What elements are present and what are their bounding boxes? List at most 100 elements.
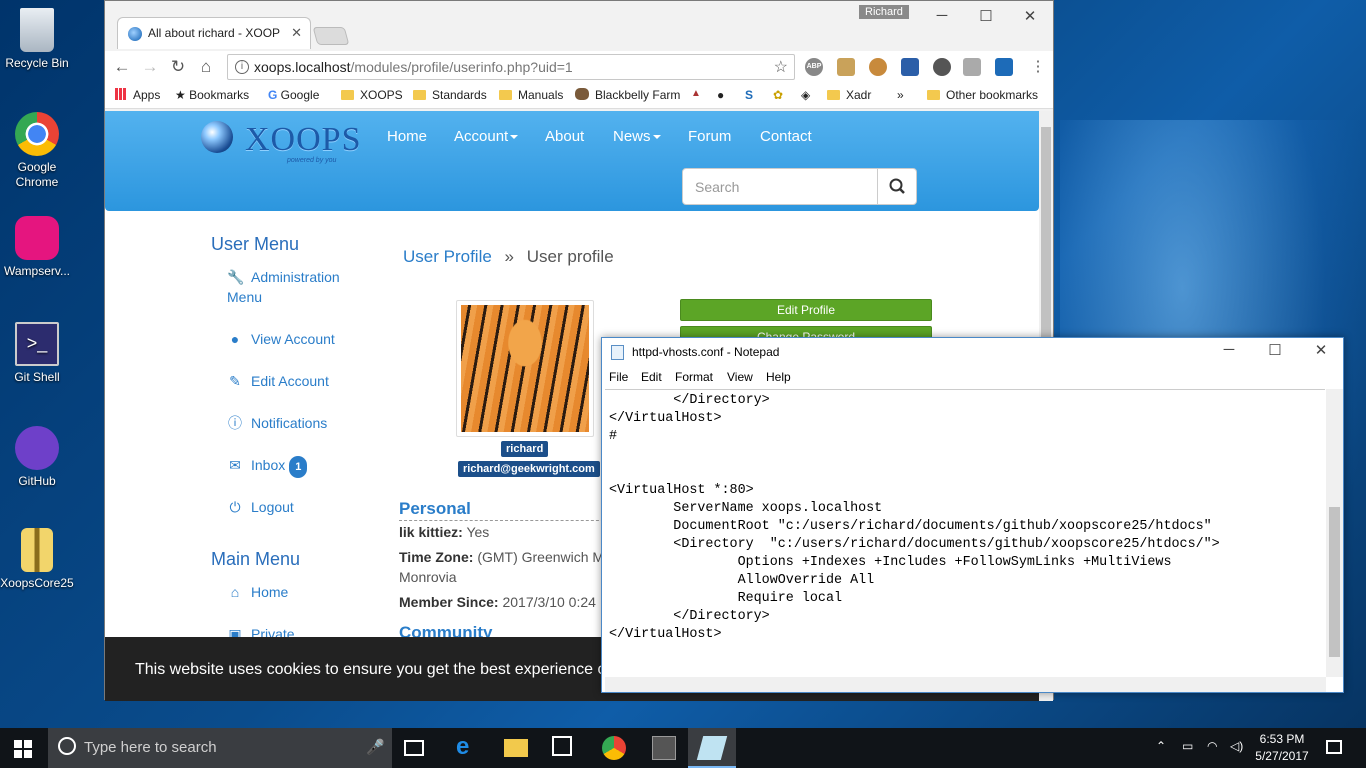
menu-dots-icon[interactable]: ⋮ bbox=[1027, 57, 1049, 75]
edit-profile-button[interactable]: Edit Profile bbox=[680, 299, 932, 321]
nav-news[interactable]: News bbox=[613, 128, 661, 145]
extension-icon[interactable] bbox=[995, 58, 1013, 76]
microphone-icon[interactable]: 🎤 bbox=[366, 738, 385, 756]
more-bookmarks-button[interactable]: » bbox=[897, 88, 904, 102]
search-input[interactable]: Search bbox=[682, 168, 878, 205]
home-icon[interactable]: ⌂ bbox=[195, 57, 217, 77]
bookmark-standards[interactable]: Standards bbox=[413, 88, 487, 102]
breadcrumb-link[interactable]: User Profile bbox=[403, 247, 492, 266]
nav-forum[interactable]: Forum bbox=[688, 128, 731, 145]
bookmark-manuals[interactable]: Manuals bbox=[499, 88, 563, 102]
menu-view[interactable]: View bbox=[727, 370, 753, 384]
nav-about[interactable]: About bbox=[545, 128, 584, 145]
windows-start-icon[interactable] bbox=[14, 740, 32, 758]
bookmark-blackbelly[interactable]: Blackbelly Farm bbox=[575, 88, 680, 102]
notepad-titlebar[interactable]: httpd-vhosts.conf - Notepad ─ ☐ ✕ bbox=[602, 338, 1343, 366]
desktop-icon-chrome[interactable]: Google Chrome bbox=[0, 112, 74, 190]
maximize-icon[interactable]: ☐ bbox=[971, 7, 1001, 25]
info-icon[interactable]: i bbox=[235, 60, 249, 74]
notepad-vertical-scrollbar[interactable] bbox=[1326, 389, 1343, 677]
minimize-icon[interactable]: ─ bbox=[1214, 341, 1244, 358]
notepad-text-area[interactable]: </Directory> </VirtualHost> # <VirtualHo… bbox=[605, 389, 1325, 677]
xoops-logo[interactable]: XOOPS powered by you bbox=[201, 119, 361, 165]
profile-name-badge[interactable]: Richard bbox=[859, 5, 909, 19]
bookmark-label: Blackbelly Farm bbox=[595, 88, 681, 102]
file-explorer-icon[interactable] bbox=[504, 739, 528, 757]
menu-item-notifications[interactable]: ⓘ Notifications bbox=[227, 413, 327, 433]
field-timezone: Time Zone: (GMT) Greenwich M Monrovia bbox=[399, 547, 604, 587]
menu-help[interactable]: Help bbox=[766, 370, 791, 384]
desktop-icon-git-shell[interactable]: >_ Git Shell bbox=[0, 322, 74, 385]
desktop-icon-label: Git Shell bbox=[14, 370, 60, 384]
maximize-icon[interactable]: ☐ bbox=[1260, 341, 1290, 359]
bookmark-google[interactable]: G Google bbox=[268, 88, 319, 102]
email-label: richard@geekwright.com bbox=[458, 461, 600, 477]
adblock-icon[interactable]: ABP bbox=[805, 58, 823, 76]
bookmark-label: Other bookmarks bbox=[946, 88, 1039, 102]
cookie-icon[interactable] bbox=[869, 58, 887, 76]
extension-icon[interactable] bbox=[837, 58, 855, 76]
menu-edit[interactable]: Edit bbox=[641, 370, 662, 384]
chrome-taskbar-icon[interactable] bbox=[602, 736, 626, 760]
scrollbar-thumb[interactable] bbox=[1329, 507, 1340, 657]
desktop-icon-xoopscore25[interactable]: XoopsCore25 bbox=[0, 528, 74, 591]
desktop-icon-github[interactable]: GitHub bbox=[0, 426, 74, 489]
php-icon[interactable]: ▲ bbox=[691, 88, 701, 99]
notepad-taskbar-button[interactable] bbox=[688, 728, 736, 768]
browser-toolbar-area: All about richard - XOOP ✕ Richard ─ ☐ ✕… bbox=[105, 1, 1053, 111]
close-icon[interactable]: ✕ bbox=[1015, 7, 1045, 25]
menu-item-inbox[interactable]: ✉ Inbox 1 bbox=[227, 455, 308, 478]
notifications-icon[interactable] bbox=[1326, 740, 1342, 754]
badge-bookmark-icon[interactable]: ✿ bbox=[773, 88, 783, 102]
reload-icon[interactable]: ↻ bbox=[167, 57, 189, 77]
wifi-icon[interactable]: ◠ bbox=[1207, 739, 1217, 753]
back-icon[interactable]: ← bbox=[111, 57, 133, 77]
minimize-icon[interactable]: ─ bbox=[927, 7, 957, 24]
s-bookmark-icon[interactable]: S bbox=[745, 88, 753, 102]
store-icon[interactable] bbox=[552, 736, 572, 756]
bookmark-bookmarks[interactable]: ★ Bookmarks bbox=[175, 88, 249, 102]
notepad-horizontal-scrollbar[interactable] bbox=[605, 677, 1326, 692]
menu-format[interactable]: Format bbox=[675, 370, 713, 384]
browser-tab[interactable]: All about richard - XOOP ✕ bbox=[117, 17, 311, 49]
bookmark-other[interactable]: Other bookmarks bbox=[927, 88, 1038, 102]
desktop-icon-label: Recycle Bin bbox=[5, 56, 69, 70]
close-tab-icon[interactable]: ✕ bbox=[291, 25, 302, 41]
extension-icon[interactable] bbox=[901, 58, 919, 76]
show-hidden-icons[interactable]: ⌃ bbox=[1156, 739, 1166, 753]
site-navbar: XOOPS powered by you Home Account About … bbox=[105, 111, 1039, 211]
puzzle-icon[interactable] bbox=[963, 58, 981, 76]
menu-item-logout[interactable]: ⏻ Logout bbox=[227, 497, 293, 517]
menu-file[interactable]: File bbox=[609, 370, 628, 384]
nav-account[interactable]: Account bbox=[454, 128, 519, 145]
bookmark-xadr[interactable]: Xadr bbox=[827, 88, 871, 102]
address-bar[interactable]: i xoops.localhost/modules/profile/userin… bbox=[227, 54, 795, 80]
battery-icon[interactable]: ▭ bbox=[1182, 739, 1193, 753]
bookmark-star-icon[interactable]: ☆ bbox=[774, 57, 788, 77]
nav-home[interactable]: Home bbox=[387, 128, 427, 145]
breadcrumb-separator: » bbox=[504, 247, 515, 266]
github-bookmark-icon[interactable]: ● bbox=[717, 88, 724, 102]
menu-item-edit-account[interactable]: ✎ Edit Account bbox=[227, 371, 329, 391]
desktop-icon-wampserver[interactable]: Wampserv... bbox=[0, 216, 74, 279]
taskbar-search-input[interactable]: Type here to search 🎤 bbox=[48, 728, 392, 768]
task-view-icon[interactable] bbox=[404, 740, 424, 756]
bookmark-xoops[interactable]: XOOPS bbox=[341, 88, 403, 102]
new-tab-button[interactable] bbox=[312, 27, 350, 45]
avatar bbox=[456, 300, 594, 437]
menu-item-view-account[interactable]: ● View Account bbox=[227, 329, 335, 349]
edge-icon[interactable]: e bbox=[456, 735, 480, 760]
menu-item-administration[interactable]: 🔧 Administration Menu bbox=[227, 267, 340, 307]
volume-icon[interactable]: ◁) bbox=[1230, 739, 1243, 753]
system-clock[interactable]: 6:53 PM 5/27/2017 bbox=[1250, 731, 1314, 765]
search-button[interactable] bbox=[877, 168, 917, 205]
bookmark-apps[interactable]: Apps bbox=[115, 88, 160, 102]
sublime-icon[interactable] bbox=[652, 736, 676, 760]
gear-icon[interactable] bbox=[933, 58, 951, 76]
close-icon[interactable]: ✕ bbox=[1306, 341, 1336, 359]
diamond-bookmark-icon[interactable]: ◈ bbox=[801, 88, 810, 102]
menu-item-home[interactable]: ⌂ Home bbox=[227, 582, 289, 602]
desktop-icon-recycle-bin[interactable]: Recycle Bin bbox=[0, 8, 74, 71]
nav-contact[interactable]: Contact bbox=[760, 128, 812, 145]
forward-icon[interactable]: → bbox=[139, 57, 161, 77]
